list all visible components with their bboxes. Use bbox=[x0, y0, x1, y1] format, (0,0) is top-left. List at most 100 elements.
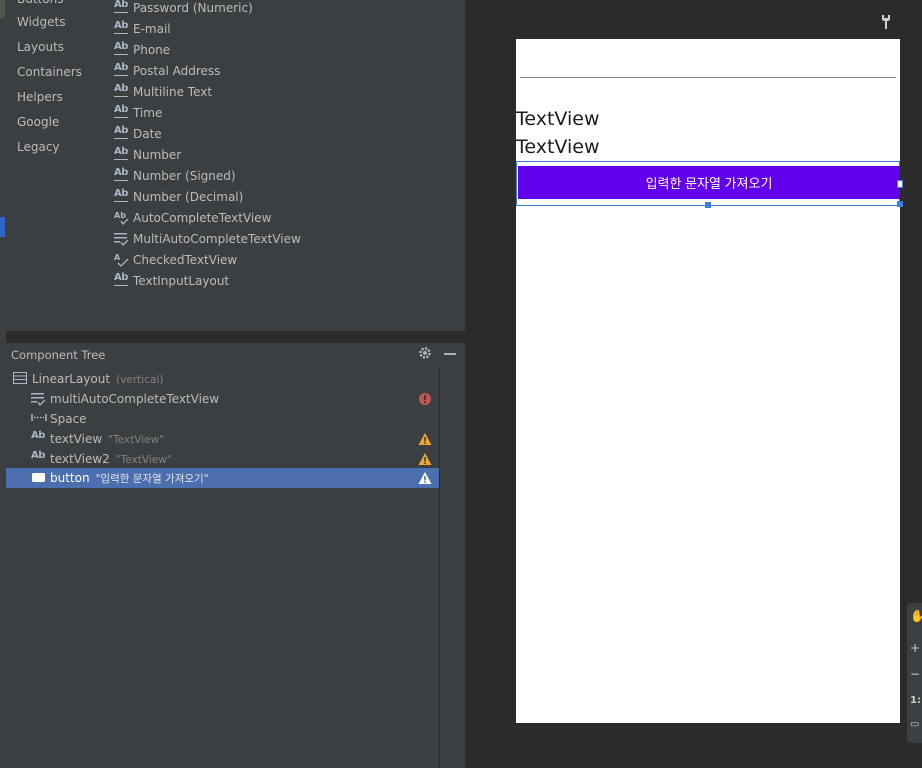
palette-item[interactable]: MultiAutoCompleteTextView bbox=[114, 231, 354, 249]
strip-active-marker[interactable] bbox=[0, 217, 5, 237]
ab-icon: Ab bbox=[114, 0, 130, 16]
palette-item-label: Phone bbox=[133, 43, 171, 57]
palette-item[interactable]: Ab Time bbox=[114, 104, 354, 123]
linear-layout-icon bbox=[13, 371, 29, 387]
tree-row-attr: (vertical) bbox=[116, 374, 164, 386]
palette-category-legacy[interactable]: Legacy bbox=[17, 140, 60, 154]
tree-row-name: multiAutoCompleteTextView bbox=[50, 392, 220, 406]
palette-item-label: Number bbox=[133, 148, 182, 162]
svg-text:Ab: Ab bbox=[114, 211, 126, 220]
tree-row-attr: "TextView" bbox=[115, 454, 172, 466]
textview2-preview[interactable]: TextView bbox=[516, 136, 600, 158]
resize-handle-right[interactable] bbox=[897, 180, 903, 188]
warning-icon[interactable] bbox=[418, 471, 432, 485]
svg-text:A: A bbox=[114, 253, 121, 262]
palette-item[interactable]: Ab Date bbox=[114, 125, 354, 144]
palette-item[interactable]: Ab TextInputLayout bbox=[114, 272, 354, 291]
ab-icon: Ab bbox=[114, 125, 130, 142]
device-preview[interactable]: TextView TextView 입력한 문자열 가져오기 bbox=[516, 39, 903, 723]
palette-item[interactable]: Ab AutoCompleteTextView bbox=[114, 210, 354, 228]
tree-row-button[interactable]: button "입력한 문자열 가져오기" bbox=[6, 468, 439, 488]
tree-row-name: Space bbox=[50, 412, 87, 426]
palette-item[interactable]: Ab Password (Numeric) bbox=[114, 0, 354, 18]
ab-icon: Ab bbox=[114, 167, 130, 184]
zoom-actual-size-icon[interactable]: 1: bbox=[910, 695, 921, 706]
warning-icon[interactable] bbox=[418, 452, 432, 466]
palette-item-label: Postal Address bbox=[133, 64, 221, 78]
ab-icon: Ab bbox=[114, 272, 130, 289]
palette-item-label: Number (Signed) bbox=[133, 169, 236, 183]
palette-item[interactable]: Ab Multiline Text bbox=[114, 83, 354, 102]
palette-categories: Buttons Widgets Layouts Containers Helpe… bbox=[6, 0, 106, 331]
palette-item-label: Time bbox=[133, 106, 163, 120]
palette-item[interactable]: Ab Number bbox=[114, 146, 354, 165]
zoom-toolbar: ✋ + − 1: ▭ bbox=[907, 603, 922, 743]
palette-item-label: Multiline Text bbox=[133, 85, 213, 99]
palette-item-label: Password (Numeric) bbox=[133, 1, 253, 15]
palette-item[interactable]: Ab E-mail bbox=[114, 20, 354, 39]
palette-item-label: MultiAutoCompleteTextView bbox=[133, 232, 301, 246]
palette-item[interactable]: Ab Phone bbox=[114, 41, 354, 60]
multiautocomplete-icon bbox=[114, 231, 130, 247]
preview-button[interactable]: 입력한 문자열 가져오기 bbox=[518, 166, 900, 199]
palette-item-label: E-mail bbox=[133, 22, 171, 36]
tree-row-linearlayout[interactable]: LinearLayout (vertical) bbox=[6, 369, 439, 389]
zoom-in-icon[interactable]: + bbox=[910, 641, 920, 655]
button-icon bbox=[31, 470, 47, 486]
pan-icon[interactable]: ✋ bbox=[910, 609, 922, 623]
palette-category-widgets[interactable]: Widgets bbox=[17, 15, 66, 29]
tree-scroll-gutter bbox=[439, 369, 466, 768]
tree-row-attr: "TextView" bbox=[108, 434, 164, 446]
minimize-icon[interactable] bbox=[444, 353, 456, 355]
tree-row-textview[interactable]: Ab textView "TextView" bbox=[6, 429, 439, 449]
palette-item-label: AutoCompleteTextView bbox=[133, 211, 272, 225]
tree-row-textview2[interactable]: Ab textView2 "TextView" bbox=[6, 449, 439, 469]
palette-category-google[interactable]: Google bbox=[17, 115, 59, 129]
ab-icon: Ab bbox=[114, 62, 130, 79]
resize-handle-corner[interactable] bbox=[897, 201, 903, 207]
palette-category-containers[interactable]: Containers bbox=[17, 65, 82, 79]
palette-item[interactable]: Ab Number (Decimal) bbox=[114, 188, 354, 207]
palette-item[interactable]: A CheckedTextView bbox=[114, 252, 354, 270]
ab-icon: Ab bbox=[114, 104, 130, 121]
component-tree: LinearLayout (vertical) multiAutoComplete… bbox=[6, 369, 439, 768]
tree-row-name: LinearLayout bbox=[32, 372, 111, 386]
autocomplete-icon: Ab bbox=[114, 210, 130, 226]
ab-icon: Ab bbox=[114, 146, 130, 163]
ab-icon: Ab bbox=[31, 450, 45, 461]
tree-row-attr: "입력한 문자열 가져오기" bbox=[95, 473, 209, 485]
ab-icon: Ab bbox=[114, 41, 130, 58]
palette-item[interactable]: Ab Number (Signed) bbox=[114, 167, 354, 186]
palette-item-label: Number (Decimal) bbox=[133, 190, 244, 204]
component-tree-header: Component Tree bbox=[6, 343, 465, 370]
space-icon bbox=[31, 411, 47, 427]
design-canvas: TextView TextView 입력한 문자열 가져오기 ✋ + − 1: … bbox=[465, 0, 922, 768]
tree-row-space[interactable]: Space bbox=[6, 409, 439, 429]
palette-category-partial[interactable]: Buttons bbox=[17, 0, 63, 6]
warning-icon[interactable] bbox=[418, 432, 432, 446]
multiautocomplete-icon bbox=[31, 391, 47, 407]
panel-divider[interactable] bbox=[6, 331, 465, 343]
palette-category-layouts[interactable]: Layouts bbox=[17, 40, 64, 54]
tree-row-name: textView bbox=[50, 432, 103, 446]
palette-category-helpers[interactable]: Helpers bbox=[17, 90, 63, 104]
zoom-fit-icon[interactable]: ▭ bbox=[910, 719, 919, 730]
strip-marker bbox=[0, 0, 5, 18]
component-tree-title: Component Tree bbox=[11, 348, 106, 362]
palette-item-label: CheckedTextView bbox=[133, 253, 238, 267]
error-icon[interactable] bbox=[418, 392, 432, 406]
tree-row-name: button bbox=[50, 471, 90, 485]
palette-panel: Buttons Widgets Layouts Containers Helpe… bbox=[6, 0, 465, 331]
wrench-icon[interactable] bbox=[880, 14, 892, 34]
gear-icon[interactable] bbox=[418, 346, 434, 364]
ab-icon: Ab bbox=[114, 83, 130, 100]
palette-item-label: TextInputLayout bbox=[133, 274, 230, 288]
textview-preview[interactable]: TextView bbox=[516, 108, 600, 130]
ab-icon: Ab bbox=[114, 20, 130, 37]
resize-handle-bottom[interactable] bbox=[705, 202, 711, 208]
checked-text-icon: A bbox=[114, 252, 130, 268]
tree-row-multiautocomplete[interactable]: multiAutoCompleteTextView bbox=[6, 389, 439, 409]
multiautocomplete-preview[interactable] bbox=[520, 77, 896, 78]
palette-item[interactable]: Ab Postal Address bbox=[114, 62, 354, 81]
zoom-out-icon[interactable]: − bbox=[910, 667, 920, 681]
